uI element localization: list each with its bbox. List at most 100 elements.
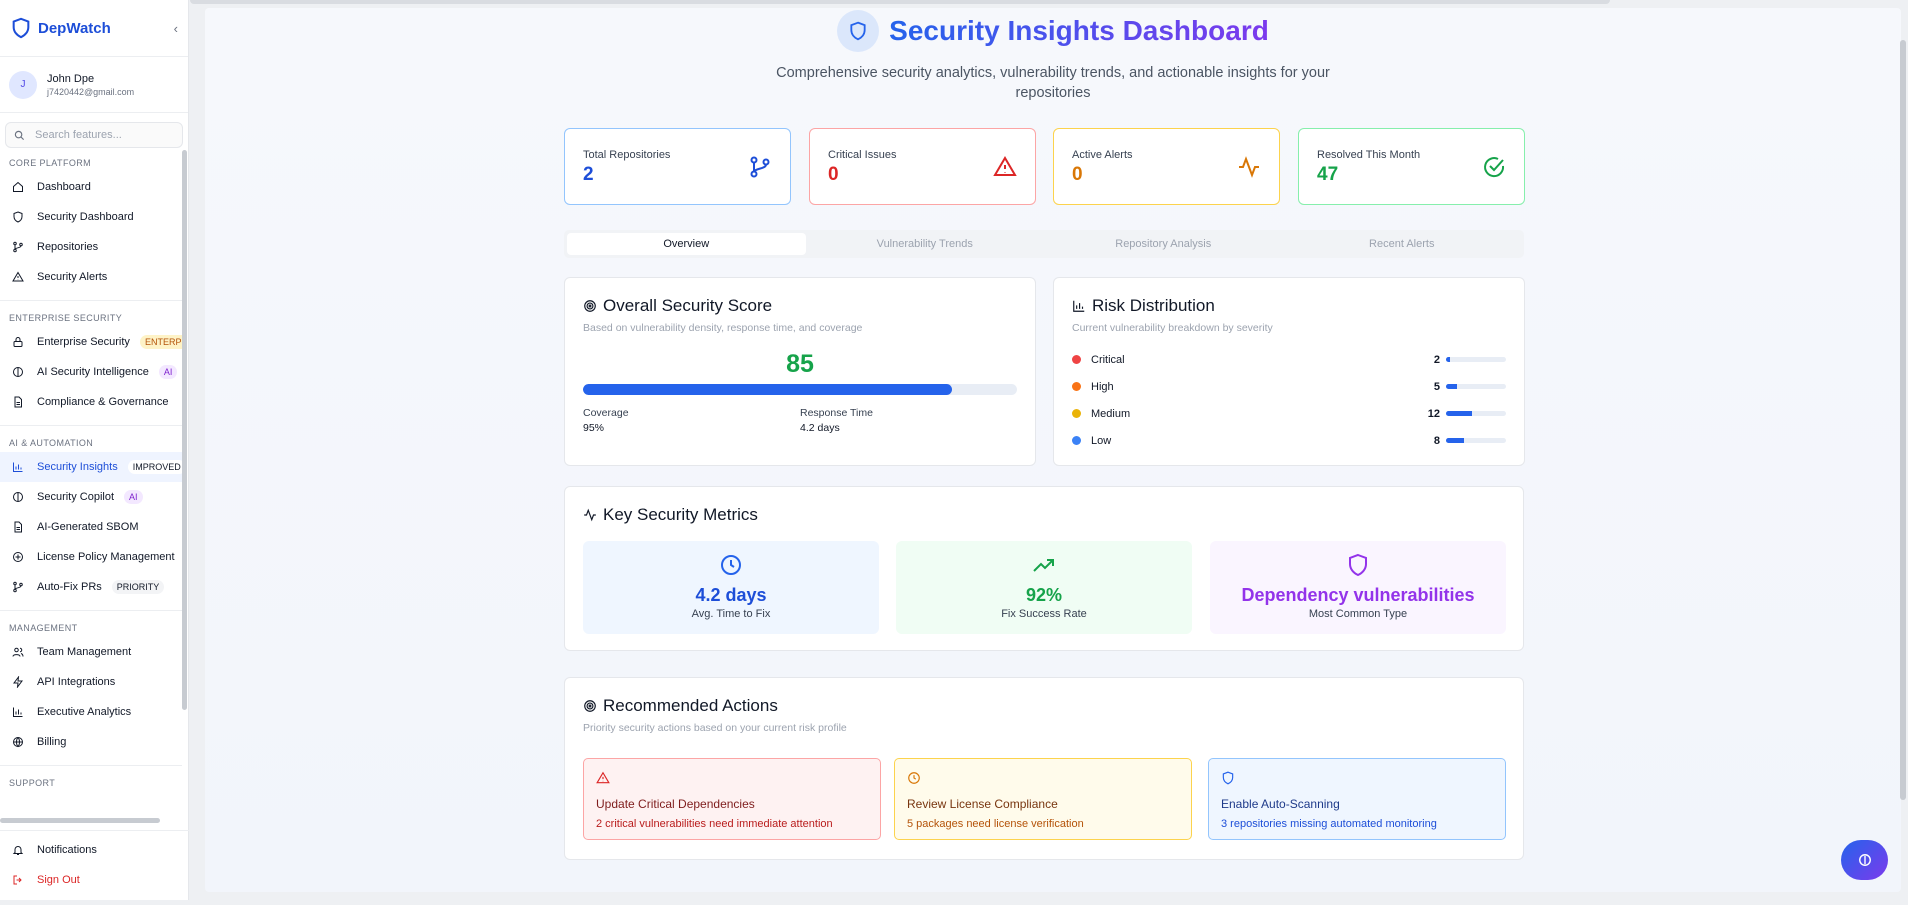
sign-out-button[interactable]: Sign Out [0,865,189,895]
tab-recent-alerts[interactable]: Recent Alerts [1283,233,1522,255]
clock-icon [908,772,920,784]
sidebar-item-security-alerts[interactable]: Security Alerts [0,262,182,292]
notifications-button[interactable]: Notifications [0,835,189,865]
user-email: j7420442@gmail.com [47,86,135,97]
risk-row-critical: Critical 2 [1072,346,1506,373]
sidebar-item-ai-security-intelligence[interactable]: AI Security Intelligence AI [0,357,182,387]
sidebar-item-executive-analytics[interactable]: Executive Analytics [0,697,182,727]
severity-bar [1446,438,1506,443]
target-icon [584,300,596,312]
metric-fix-success-rate: 92% Fix Success Rate [896,541,1192,634]
brand-header: DepWatch ‹ [0,0,188,57]
severity-bar [1446,411,1506,416]
search-input[interactable] [35,129,175,141]
card-title: Recommended Actions [603,696,778,715]
window-top-edge [190,0,1610,4]
git-branch-icon [13,581,23,593]
ai-badge: AI [124,490,143,504]
severity-label: Low [1091,434,1112,447]
sidebar-item-repositories[interactable]: Repositories [0,232,182,262]
sidebar-item-dashboard[interactable]: Dashboard [0,172,182,202]
log-out-icon [13,875,22,885]
card-title: Risk Distribution [1092,296,1215,315]
security-score-value: 85 [786,350,814,378]
coverage-label: Coverage [583,407,629,419]
severity-label: Medium [1091,407,1131,420]
sidebar-item-team-management[interactable]: Team Management [0,637,182,667]
severity-dot [1072,355,1081,364]
card-title: Overall Security Score [603,296,773,315]
chevron-left-icon[interactable]: ‹ [174,21,178,36]
severity-count: 5 [1433,380,1440,393]
search-icon [14,130,25,140]
overall-security-score-card: Overall Security Score Based on vulnerab… [564,277,1036,466]
sidebar-horizontal-scrollbar[interactable] [0,818,160,823]
action-enable-auto-scanning[interactable]: Enable Auto-Scanning 3 repositories miss… [1208,758,1506,840]
metric-most-common-type: Dependency vulnerabilities Most Common T… [1210,541,1506,634]
clock-icon [721,555,741,575]
card-subtitle: Current vulnerability breakdown by sever… [1072,322,1273,334]
action-update-critical-dependencies[interactable]: Update Critical Dependencies 2 critical … [583,758,881,840]
severity-bar [1446,384,1506,389]
sidebar-item-api-integrations[interactable]: API Integrations [0,667,182,697]
sidebar-item-ai-generated-sbom[interactable]: AI-Generated SBOM [0,512,182,542]
main-scrollbar[interactable] [1900,40,1906,800]
section-heading-core-platform: CORE PLATFORM [9,158,92,168]
divider [0,765,182,766]
sidebar-nav: CORE PLATFORM Dashboard Security Dashboa… [0,150,182,822]
document-icon [14,396,22,408]
card-header: Overall Security Score [583,296,1017,316]
lock-icon [13,337,23,347]
search-box[interactable] [5,122,183,148]
action-description: 2 critical vulnerabilities need immediat… [596,818,833,830]
shield-icon [13,211,23,223]
severity-dot [1072,382,1081,391]
tab-vulnerability-trends[interactable]: Vulnerability Trends [806,233,1045,255]
sidebar-item-label: AI Security Intelligence [37,366,149,378]
severity-bar [1446,357,1506,362]
action-title: Enable Auto-Scanning [1221,797,1340,811]
sidebar-item-security-dashboard[interactable]: Security Dashboard [0,202,182,232]
metric-label: Fix Success Rate [1001,608,1087,620]
sidebar-item-compliance-governance[interactable]: Compliance & Governance [0,387,182,417]
sidebar-item-security-copilot[interactable]: Security Copilot AI [0,482,182,512]
metric-label: Most Common Type [1308,608,1408,620]
section-heading-ai-automation: AI & AUTOMATION [9,438,94,448]
alert-triangle-icon [993,156,1017,176]
sidebar-item-auto-fix-prs[interactable]: Auto-Fix PRs PRIORITY [0,572,182,602]
alert-triangle-icon [596,771,610,784]
sidebar-item-enterprise-security[interactable]: Enterprise Security ENTERPRISE [0,327,182,357]
section-heading-enterprise-security: ENTERPRISE SECURITY [9,313,123,323]
tab-overview[interactable]: Overview [567,233,806,255]
stat-card-resolved-this-month: Resolved This Month 47 [1298,128,1525,205]
sidebar-item-billing[interactable]: Billing [0,727,182,757]
home-icon [13,181,23,192]
git-branch-icon [13,241,23,253]
ai-assistant-button[interactable] [1841,840,1888,880]
shield-icon [1349,553,1367,577]
activity-icon [584,508,596,522]
severity-bar-fill [1446,357,1451,362]
sidebar-scrollbar[interactable] [182,150,187,710]
page-header: Security Insights Dashboard [205,10,1901,52]
action-review-license-compliance[interactable]: Review License Compliance 5 packages nee… [894,758,1192,840]
sidebar-item-license-policy-management[interactable]: License Policy Management [0,542,182,572]
notifications-label: Notifications [37,844,97,856]
severity-bar-fill [1446,411,1473,416]
sidebar-item-label: Auto-Fix PRs [37,581,102,593]
tab-repository-analysis[interactable]: Repository Analysis [1044,233,1283,255]
security-score-progress [583,384,1017,395]
recommended-actions-card: Recommended Actions Priority security ac… [564,677,1524,860]
user-profile[interactable]: J John Dpe j7420442@gmail.com [0,57,188,113]
action-description: 3 repositories missing automated monitor… [1221,818,1437,830]
sidebar-item-security-insights[interactable]: Security Insights IMPROVED [0,452,182,482]
bar-chart-icon [13,707,23,717]
avatar: J [9,70,37,99]
sidebar-item-label: Team Management [37,646,132,658]
enterprise-badge: ENTERPRISE [139,335,182,349]
brain-icon [13,367,23,377]
sign-out-label: Sign Out [37,874,80,886]
improved-badge: IMPROVED [127,460,182,474]
insights-tabs: Overview Vulnerability Trends Repository… [564,230,1524,258]
sidebar-item-label: Dashboard [37,181,91,193]
